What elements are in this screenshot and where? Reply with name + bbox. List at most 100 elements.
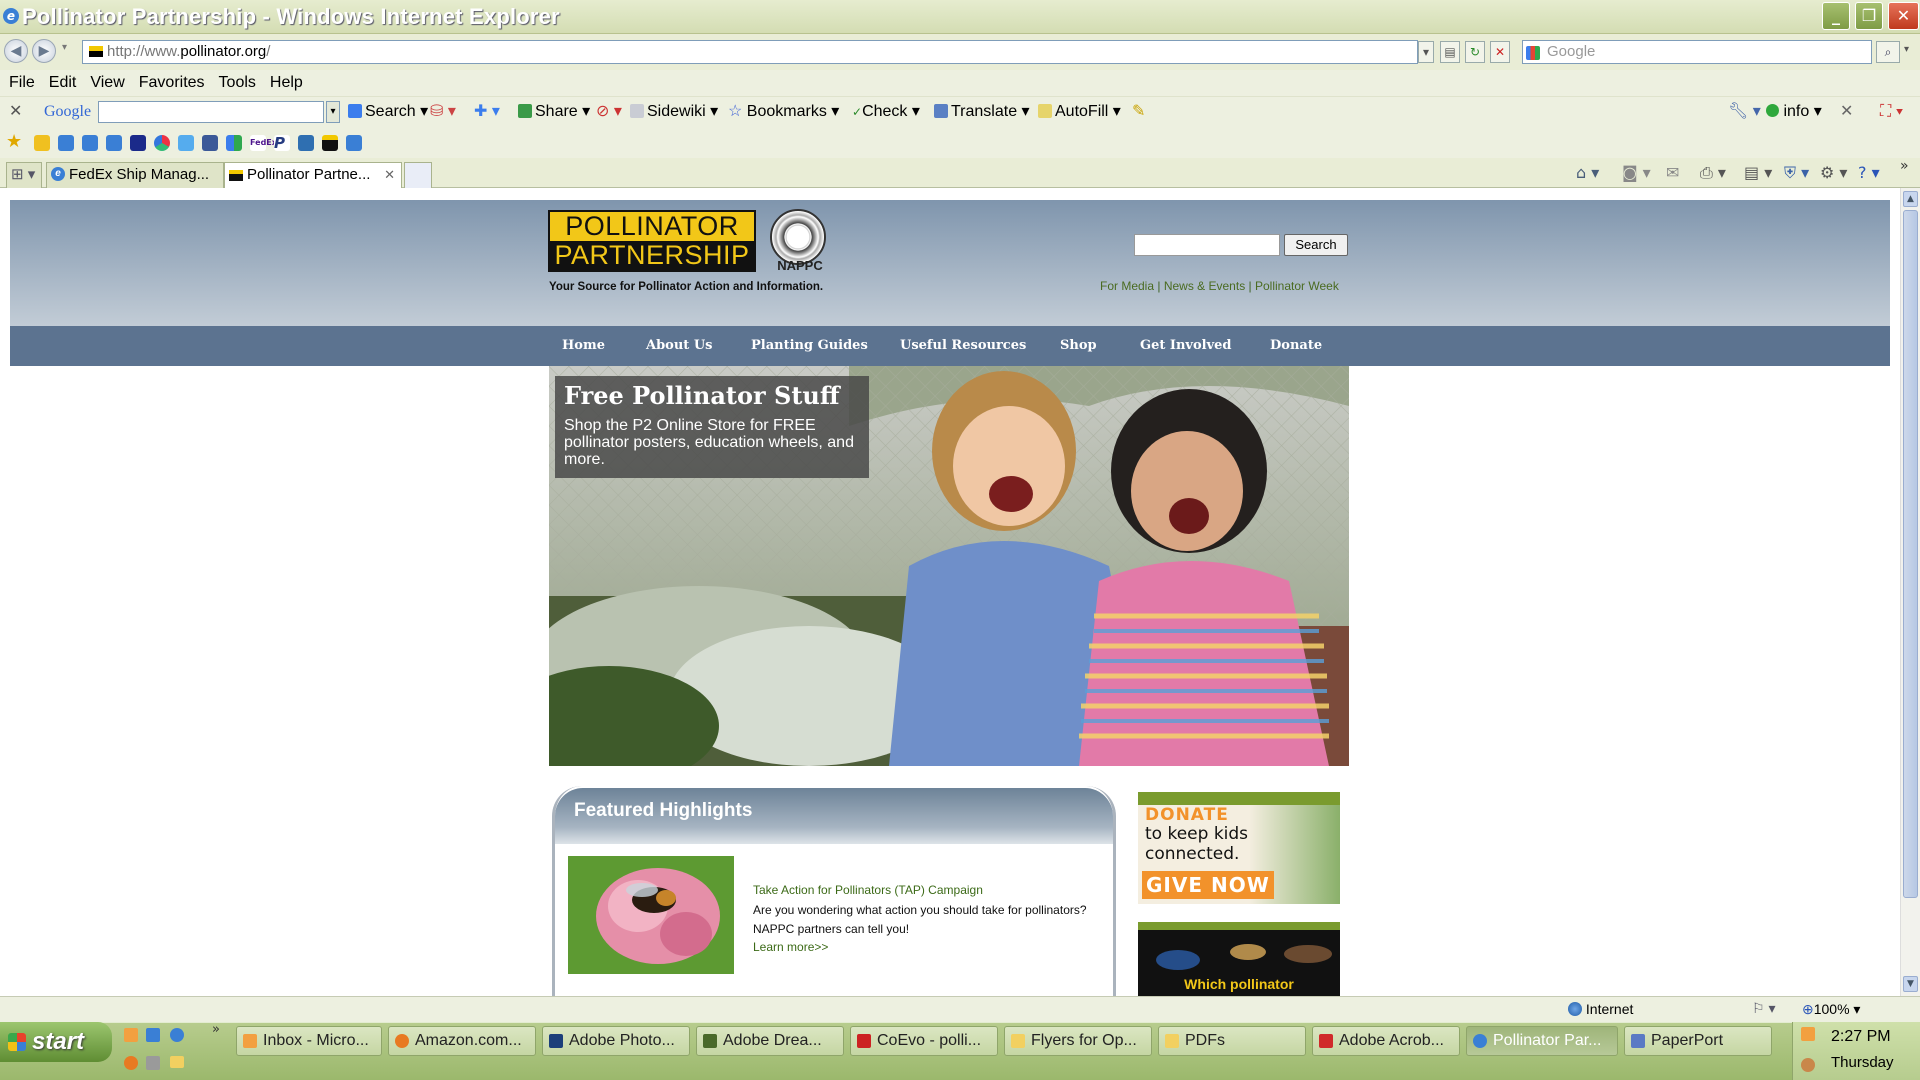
menu-edit[interactable]: Edit: [49, 70, 77, 96]
task-flyers[interactable]: Flyers for Op...: [1004, 1026, 1152, 1056]
forward-button[interactable]: ▶: [32, 39, 56, 63]
autofill-button[interactable]: AutoFill ▾: [1038, 102, 1121, 122]
vertical-scrollbar[interactable]: ▲ ▼: [1900, 188, 1920, 996]
quicklaunch-outlook-icon[interactable]: [124, 1028, 138, 1042]
info-button[interactable]: info ▾: [1766, 102, 1822, 122]
link-fedex-icon[interactable]: FedEx: [250, 135, 277, 151]
link-news-events[interactable]: News & Events: [1164, 279, 1245, 293]
popup-blocker-icon[interactable]: ⊘ ▾: [596, 102, 622, 122]
tab-fedex[interactable]: e FedEx Ship Manag...: [46, 162, 224, 188]
site-logo[interactable]: POLLINATOR PARTNERSHIP: [548, 210, 756, 272]
google-search-button[interactable]: Search ▾: [348, 102, 428, 122]
back-button[interactable]: ◀: [4, 39, 28, 63]
task-pdfs[interactable]: PDFs: [1158, 1026, 1306, 1056]
start-button[interactable]: start: [0, 1022, 112, 1062]
tray-time[interactable]: 2:27 PM: [1831, 1028, 1891, 1046]
menu-file[interactable]: File: [9, 70, 35, 96]
toolbar-close-icon[interactable]: ✕: [9, 102, 22, 122]
menu-favorites[interactable]: Favorites: [139, 70, 205, 96]
pencil-icon[interactable]: ✎: [1132, 102, 1145, 122]
featured-image[interactable]: [568, 856, 734, 974]
link-ie2-icon[interactable]: [82, 135, 98, 151]
wrench-icon[interactable]: 🔧︎ ▾: [1728, 102, 1761, 122]
google-toolbar-dropdown-icon[interactable]: ▾: [326, 101, 340, 123]
link-google-icon[interactable]: [226, 135, 242, 151]
nav-home[interactable]: Home: [562, 338, 605, 353]
compatibility-view-icon[interactable]: ▤: [1440, 41, 1460, 63]
task-coevo[interactable]: CoEvo - polli...: [850, 1026, 998, 1056]
print-icon[interactable]: ⎙ ▾: [1700, 163, 1726, 183]
quicklaunch-overflow-icon[interactable]: »: [212, 1022, 220, 1037]
task-paperport[interactable]: PaperPort: [1624, 1026, 1772, 1056]
share-button[interactable]: Share ▾: [518, 102, 590, 122]
plus-icon[interactable]: ✚ ▾: [474, 102, 500, 122]
task-inbox[interactable]: Inbox - Micro...: [236, 1026, 382, 1056]
menu-tools[interactable]: Tools: [219, 70, 256, 96]
site-search-input[interactable]: [1134, 234, 1280, 256]
safety-icon[interactable]: ⛨ ▾: [1784, 163, 1809, 183]
overflow-chevron-icon[interactable]: »: [1900, 158, 1909, 174]
spellcheck-button[interactable]: ✓Check ▾: [852, 102, 920, 122]
hero-title[interactable]: Free Pollinator Stuff: [564, 381, 840, 410]
nav-useful-resources[interactable]: Useful Resources: [900, 338, 1026, 353]
nav-about-us[interactable]: About Us: [646, 338, 713, 353]
new-tab-button[interactable]: [404, 162, 432, 188]
tab-close-icon[interactable]: ✕: [384, 163, 395, 187]
featured-item-title[interactable]: Take Action for Pollinators (TAP) Campai…: [753, 883, 983, 897]
task-photoshop[interactable]: Adobe Photo...: [542, 1026, 690, 1056]
link-paypal-icon[interactable]: P: [274, 135, 290, 151]
link-twitter-icon[interactable]: [178, 135, 194, 151]
tab-pollinator[interactable]: Pollinator Partne... ✕: [224, 162, 402, 188]
task-dreamweaver[interactable]: Adobe Drea...: [696, 1026, 844, 1056]
scroll-down-icon[interactable]: ▼: [1903, 976, 1918, 992]
tray-expand-icon[interactable]: [1801, 1058, 1815, 1072]
security-zone[interactable]: Internet: [1568, 1001, 1633, 1017]
search-options-icon[interactable]: ▾: [1904, 44, 1909, 55]
refresh-icon[interactable]: ↻: [1465, 41, 1485, 63]
link-usps-icon[interactable]: [130, 135, 146, 151]
protected-mode-icon[interactable]: ⚐ ▾: [1752, 1000, 1775, 1017]
address-bar[interactable]: http://www.pollinator.org/: [82, 40, 1418, 64]
task-acrobat[interactable]: Adobe Acrob...: [1312, 1026, 1460, 1056]
home-icon[interactable]: ⌂ ▾: [1576, 163, 1599, 182]
addon-icon[interactable]: ⛶ ▾: [1880, 102, 1903, 122]
feeds-icon[interactable]: ◙ ▾: [1622, 163, 1651, 182]
favorites-star-icon[interactable]: ★: [6, 131, 22, 152]
link-for-media[interactable]: For Media: [1100, 279, 1154, 293]
quicklaunch-firefox-icon[interactable]: [124, 1056, 138, 1070]
menu-help[interactable]: Help: [270, 70, 303, 96]
quicklaunch-desktop-icon[interactable]: [146, 1028, 160, 1042]
bookmarks-button[interactable]: ☆ Bookmarks ▾: [728, 102, 839, 122]
site-search-button[interactable]: Search: [1284, 234, 1348, 256]
featured-learn-more[interactable]: Learn more>>: [753, 940, 828, 954]
read-mail-icon[interactable]: ✉: [1666, 163, 1679, 182]
nav-get-involved[interactable]: Get Involved: [1140, 338, 1232, 353]
scroll-up-icon[interactable]: ▲: [1903, 191, 1918, 207]
quicklaunch-folder-icon[interactable]: [170, 1056, 184, 1068]
link-pollinator-icon[interactable]: [322, 135, 338, 151]
task-pollinator[interactable]: Pollinator Par...: [1466, 1026, 1618, 1056]
donate-ad[interactable]: DONATE to keep kids connected. GIVE NOW: [1138, 792, 1340, 904]
tools-gear-icon[interactable]: ⚙ ▾: [1820, 163, 1847, 182]
minimize-button[interactable]: _: [1822, 2, 1850, 30]
link-mail-icon[interactable]: [298, 135, 314, 151]
zoom-control[interactable]: ⊕100% ▾: [1802, 1001, 1860, 1018]
google-toolbar-input[interactable]: [98, 101, 324, 123]
toolbar-close-right-icon[interactable]: ✕: [1840, 102, 1853, 122]
search-input[interactable]: Google: [1522, 40, 1872, 64]
quicklaunch-app-icon[interactable]: [146, 1056, 160, 1070]
menu-view[interactable]: View: [90, 70, 124, 96]
help-icon[interactable]: ? ▾: [1858, 163, 1880, 182]
link-facebook-icon[interactable]: [202, 135, 218, 151]
pollinator-ad[interactable]: Which pollinator: [1138, 922, 1340, 996]
maximize-button[interactable]: ❐: [1855, 2, 1883, 30]
link-chrome-icon[interactable]: [154, 135, 170, 151]
nav-planting-guides[interactable]: Planting Guides: [751, 338, 868, 353]
add-favorite-icon[interactable]: [34, 135, 50, 151]
link-ie-icon[interactable]: [58, 135, 74, 151]
extras-icon[interactable]: ⛁ ▾: [430, 102, 456, 122]
nav-shop[interactable]: Shop: [1060, 338, 1097, 353]
link-ie3-icon[interactable]: [106, 135, 122, 151]
stop-icon[interactable]: ✕: [1490, 41, 1510, 63]
tray-outlook-icon[interactable]: [1801, 1027, 1815, 1041]
